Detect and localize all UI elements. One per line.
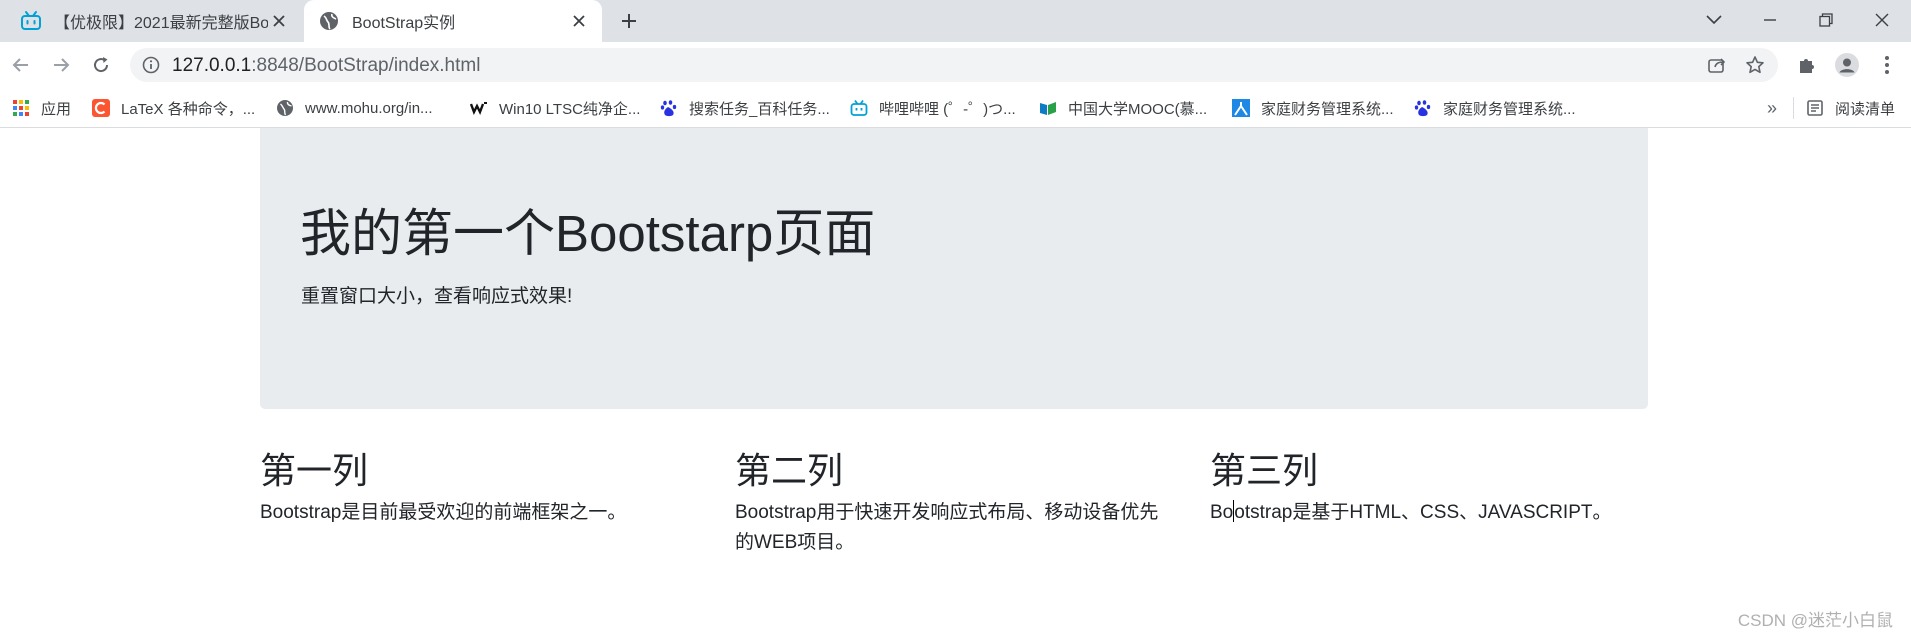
chevron-down-icon bbox=[1706, 15, 1722, 25]
menu-button[interactable] bbox=[1874, 52, 1900, 78]
column-3: 第三列 Bootstrap是基于HTML、CSS、JAVASCRIPT。 bbox=[1210, 450, 1650, 528]
bookmark-label: 家庭财务管理系统... bbox=[1443, 100, 1576, 118]
bookmark-label: Win10 LTSC纯净企... bbox=[499, 100, 641, 118]
person-blue-icon bbox=[1232, 99, 1250, 117]
bookmark-label: 哔哩哔哩 (゜-゜)つ... bbox=[879, 100, 1016, 118]
back-button[interactable] bbox=[6, 50, 36, 80]
apps-grid-icon bbox=[13, 100, 29, 116]
bookmark-label: 应用 bbox=[41, 100, 72, 118]
column-heading: 第二列 bbox=[735, 450, 844, 491]
arrow-right-icon bbox=[54, 58, 70, 72]
reload-icon bbox=[94, 57, 109, 73]
bookmark-bilibili[interactable]: 哔哩哔哩 (゜-゜)つ... bbox=[850, 97, 1016, 119]
globe-icon bbox=[277, 100, 293, 116]
url-text[interactable]: 127.0.0.1:8848/BootStrap/index.html bbox=[172, 55, 480, 77]
column-text: Bootstrap是基于HTML、CSS、JAVASCRIPT。 bbox=[1210, 498, 1650, 528]
bookmark-latex[interactable]: LaTeX 各种命令，... bbox=[92, 97, 255, 119]
bookmark-label: 中国大学MOOC(慕... bbox=[1068, 100, 1208, 118]
share-button[interactable] bbox=[1706, 54, 1728, 76]
bookmarks-bar: 应用 LaTeX 各种命令，... www.mohu.org/in... Win… bbox=[0, 88, 1911, 128]
address-bar[interactable]: 127.0.0.1:8848/BootStrap/index.html bbox=[130, 48, 1778, 82]
close-icon[interactable] bbox=[268, 10, 290, 32]
minimize-button[interactable] bbox=[1750, 6, 1790, 34]
forward-button[interactable] bbox=[46, 50, 76, 80]
url-host: 127.0.0.1 bbox=[172, 55, 252, 76]
restore-button[interactable] bbox=[1806, 6, 1846, 34]
info-icon[interactable] bbox=[142, 56, 160, 74]
column-text: Bootstrap用于快速开发响应式布局、移动设备优先的WEB项目。 bbox=[735, 502, 1159, 553]
url-path: :8848/BootStrap/index.html bbox=[251, 55, 481, 76]
bookmark-finance-2[interactable]: 家庭财务管理系统... bbox=[1414, 97, 1576, 119]
w-logo-icon bbox=[470, 102, 487, 115]
close-icon[interactable] bbox=[568, 10, 590, 32]
globe-icon bbox=[320, 12, 338, 30]
column-2: 第二列 Bootstrap用于快速开发响应式布局、移动设备优先的WEB项目。 bbox=[735, 450, 1175, 558]
baidu-paw-icon bbox=[1414, 100, 1431, 117]
column-text-end: otstrap是基于HTML、CSS、JAVASCRIPT。 bbox=[1234, 502, 1612, 523]
reading-list-button[interactable]: 阅读清单 bbox=[1793, 97, 1895, 119]
puzzle-icon bbox=[1800, 59, 1814, 73]
restore-icon bbox=[1819, 13, 1833, 27]
column-heading: 第一列 bbox=[260, 450, 369, 491]
close-icon bbox=[1875, 13, 1889, 27]
bookmark-baidu-task[interactable]: 搜索任务_百科任务... bbox=[660, 97, 830, 119]
bilibili-icon bbox=[21, 11, 41, 30]
tab-title: 【优极限】2021最新完整版Boot bbox=[54, 15, 268, 32]
bookmark-label: 家庭财务管理系统... bbox=[1261, 100, 1394, 118]
tab-title: BootStrap实例 bbox=[352, 15, 456, 32]
bookmark-label: www.mohu.org/in... bbox=[305, 99, 433, 117]
watermark: CSDN @迷茫小白鼠 bbox=[1737, 611, 1893, 630]
reload-button[interactable] bbox=[86, 50, 116, 80]
jumbotron: 我的第一个Bootstarp页面 重置窗口大小，查看响应式效果! bbox=[260, 128, 1648, 409]
extensions-button[interactable] bbox=[1794, 52, 1820, 78]
baidu-paw-icon bbox=[660, 100, 677, 117]
arrow-left-icon bbox=[12, 58, 28, 72]
bookmark-mooc[interactable]: 中国大学MOOC(慕... bbox=[1039, 97, 1207, 119]
bookmark-label: LaTeX 各种命令，... bbox=[121, 100, 256, 118]
bookmark-win10[interactable]: Win10 LTSC纯净企... bbox=[470, 97, 640, 119]
bookmark-star-button[interactable] bbox=[1744, 54, 1766, 76]
tab-search-button[interactable] bbox=[1694, 6, 1734, 34]
tab-strip: 【优极限】2021最新完整版Boot BootStrap实例 bbox=[0, 0, 1911, 42]
avatar-icon bbox=[1835, 53, 1859, 77]
bookmark-mohu[interactable]: www.mohu.org/in... bbox=[276, 97, 433, 119]
new-tab-button[interactable] bbox=[616, 8, 642, 34]
plus-icon bbox=[622, 14, 636, 28]
csdn-icon bbox=[92, 99, 110, 117]
page-subtitle: 重置窗口大小，查看响应式效果! bbox=[301, 286, 573, 307]
bookmark-label: 搜索任务_百科任务... bbox=[689, 100, 830, 118]
minimize-icon bbox=[1764, 19, 1776, 21]
mooc-icon bbox=[1040, 102, 1056, 115]
tab-bilibili-video[interactable]: 【优极限】2021最新完整版Boot bbox=[12, 0, 302, 42]
browser-toolbar: 127.0.0.1:8848/BootStrap/index.html bbox=[0, 42, 1911, 88]
column-text-start: Bo bbox=[1210, 502, 1234, 523]
more-vertical-icon bbox=[1885, 56, 1889, 74]
share-icon bbox=[1708, 58, 1726, 73]
bookmark-apps[interactable]: 应用 bbox=[12, 97, 71, 119]
bookmark-finance-1[interactable]: 家庭财务管理系统... bbox=[1232, 97, 1394, 119]
chevron-double-right-icon: » bbox=[1767, 97, 1778, 118]
bilibili-icon bbox=[850, 99, 868, 116]
column-1: 第一列 Bootstrap是目前最受欢迎的前端框架之一。 bbox=[260, 450, 700, 528]
column-text: Bootstrap是目前最受欢迎的前端框架之一。 bbox=[260, 502, 627, 523]
close-window-button[interactable] bbox=[1862, 6, 1902, 34]
reading-list-label: 阅读清单 bbox=[1835, 100, 1896, 118]
page-title: 我的第一个Bootstarp页面 bbox=[300, 205, 876, 262]
column-heading: 第三列 bbox=[1210, 450, 1319, 491]
profile-button[interactable] bbox=[1834, 52, 1860, 78]
reading-list-icon bbox=[1807, 100, 1823, 116]
tab-bootstrap-example[interactable]: BootStrap实例 bbox=[304, 0, 602, 42]
more-bookmarks-button[interactable]: » bbox=[1767, 97, 1777, 119]
star-icon bbox=[1746, 56, 1764, 74]
